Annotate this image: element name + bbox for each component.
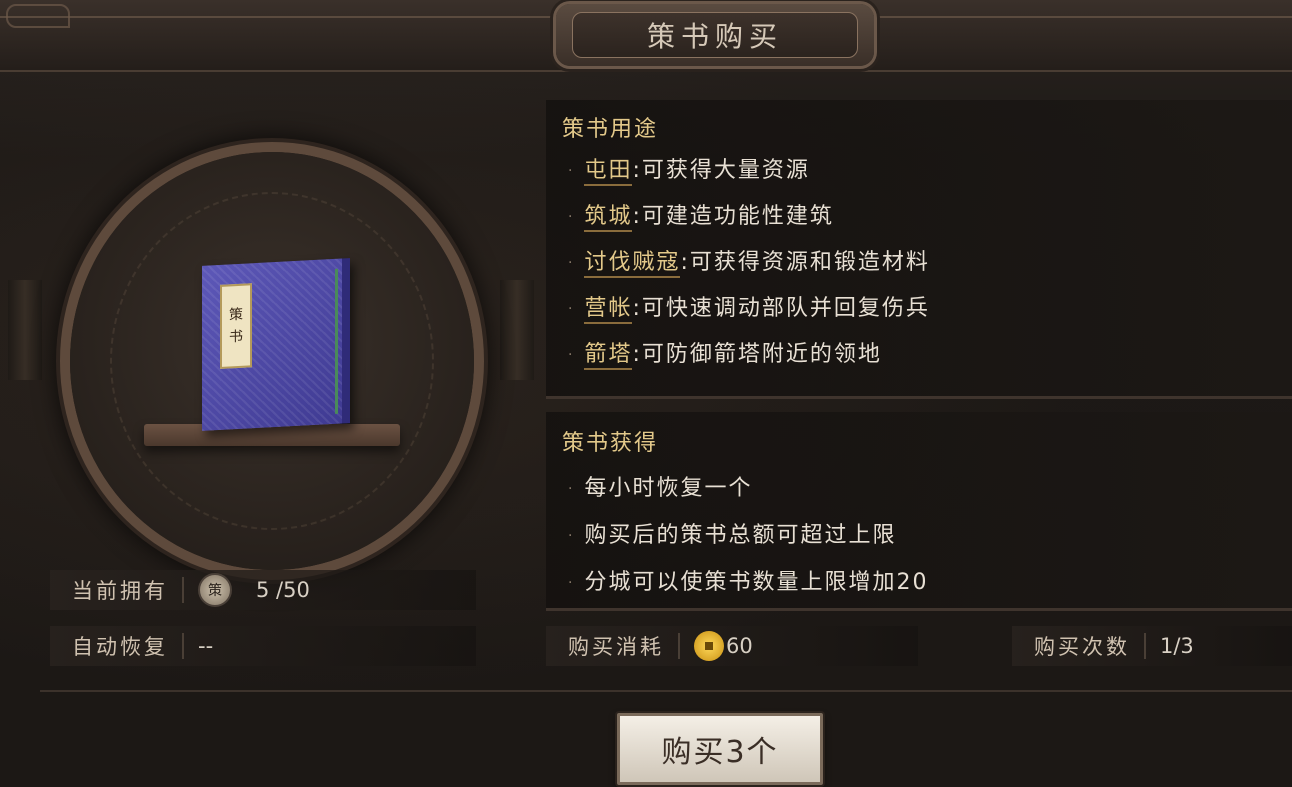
auto-recover-label: 自动恢复: [72, 635, 168, 659]
usage-term-taofa[interactable]: 讨伐贼寇: [584, 250, 681, 278]
lantern-pillar-right: [500, 280, 534, 380]
bullet: ·: [568, 575, 575, 591]
obtain-text: 购买后的策书总额可超过上限: [584, 523, 897, 548]
purchase-dialog: 策书购买 策 书 策书用途 · 屯田:可获得大量资源 · 筑城:可建造功能性建筑 ·…: [0, 0, 1292, 787]
obtain-text: 每小时恢复一个: [584, 476, 753, 501]
display-shelf: [144, 424, 400, 446]
obtain-heading: 策书获得: [562, 431, 659, 456]
dialog-header: 策书购买: [0, 0, 1292, 72]
usage-list: · 屯田:可获得大量资源 · 筑城:可建造功能性建筑 · 讨伐贼寇:可获得资源和锻造材…: [568, 152, 930, 382]
separator: [182, 633, 184, 659]
purchase-count-row: 购买次数 1/3: [1012, 626, 1292, 666]
ce-token-icon: 策: [198, 573, 232, 607]
usage-heading: 策书用途: [562, 117, 659, 142]
purchase-count-label: 购买次数: [1034, 635, 1130, 659]
usage-item: · 营帐:可快速调动部队并回复伤兵: [568, 290, 930, 336]
copper-coin-icon: [694, 631, 724, 661]
bullet: ·: [568, 347, 575, 363]
usage-item: · 屯田:可获得大量资源: [568, 152, 930, 198]
usage-panel: 策书用途 · 屯田:可获得大量资源 · 筑城:可建造功能性建筑 · 讨伐贼寇:可获得资…: [546, 100, 1292, 399]
usage-desc: :可防御箭塔附近的领地: [632, 342, 882, 367]
title-plaque: 策书购买: [556, 4, 874, 66]
obtain-item: · 分城可以使策书数量上限增加20: [568, 564, 928, 611]
book-label-char-2: 书: [229, 328, 243, 346]
purchase-count-value: 1/3: [1160, 634, 1194, 658]
usage-desc: :可获得资源和锻造材料: [680, 250, 930, 275]
book-label-char-1: 策: [229, 306, 243, 324]
book-label: 策 书: [220, 283, 252, 369]
obtain-item: · 购买后的策书总额可超过上限: [568, 517, 928, 564]
bullet: ·: [568, 301, 575, 317]
bullet: ·: [568, 163, 575, 179]
dialog-title: 策书购买: [572, 12, 858, 58]
usage-desc: :可获得大量资源: [632, 158, 810, 183]
buy-button[interactable]: 购买3个: [617, 713, 823, 785]
current-owned-label: 当前拥有: [72, 579, 168, 603]
book-binding: [335, 268, 338, 414]
auto-recover-row: 自动恢复 --: [50, 626, 476, 666]
usage-desc: :可建造功能性建筑: [632, 204, 834, 229]
footer-divider: [40, 690, 1292, 692]
bullet: ·: [568, 481, 575, 497]
purchase-cost-value: 60: [726, 634, 753, 658]
separator: [678, 633, 680, 659]
usage-item: · 筑城:可建造功能性建筑: [568, 198, 930, 244]
separator: [1144, 633, 1146, 659]
lantern-pillar-left: [8, 280, 42, 380]
current-owned-value: 5 /50: [256, 578, 310, 602]
bullet: ·: [568, 255, 575, 271]
usage-desc: :可快速调动部队并回复伤兵: [632, 296, 930, 321]
usage-term-tuntian[interactable]: 屯田: [584, 158, 633, 186]
obtain-panel: 策书获得 · 每小时恢复一个 · 购买后的策书总额可超过上限 · 分城可以使策书数量上…: [546, 412, 1292, 611]
purchase-cost-label: 购买消耗: [568, 635, 664, 659]
usage-term-jianta[interactable]: 箭塔: [584, 342, 633, 370]
bullet: ·: [568, 528, 575, 544]
usage-item: · 箭塔:可防御箭塔附近的领地: [568, 336, 930, 382]
purchase-cost-row: 购买消耗 60: [546, 626, 918, 666]
obtain-list: · 每小时恢复一个 · 购买后的策书总额可超过上限 · 分城可以使策书数量上限增加20: [568, 470, 928, 611]
usage-item: · 讨伐贼寇:可获得资源和锻造材料: [568, 244, 930, 290]
obtain-text: 分城可以使策书数量上限增加20: [584, 570, 929, 595]
bullet: ·: [568, 209, 575, 225]
separator: [182, 577, 184, 603]
current-owned-row: 当前拥有 策 5 /50: [50, 570, 476, 610]
usage-term-yingzhang[interactable]: 营帐: [584, 296, 633, 324]
usage-term-zhucheng[interactable]: 筑城: [584, 204, 633, 232]
strategy-book-icon: 策 书: [202, 258, 350, 431]
obtain-item: · 每小时恢复一个: [568, 470, 928, 517]
auto-recover-value: --: [198, 634, 214, 658]
corner-ornament: [6, 4, 70, 28]
